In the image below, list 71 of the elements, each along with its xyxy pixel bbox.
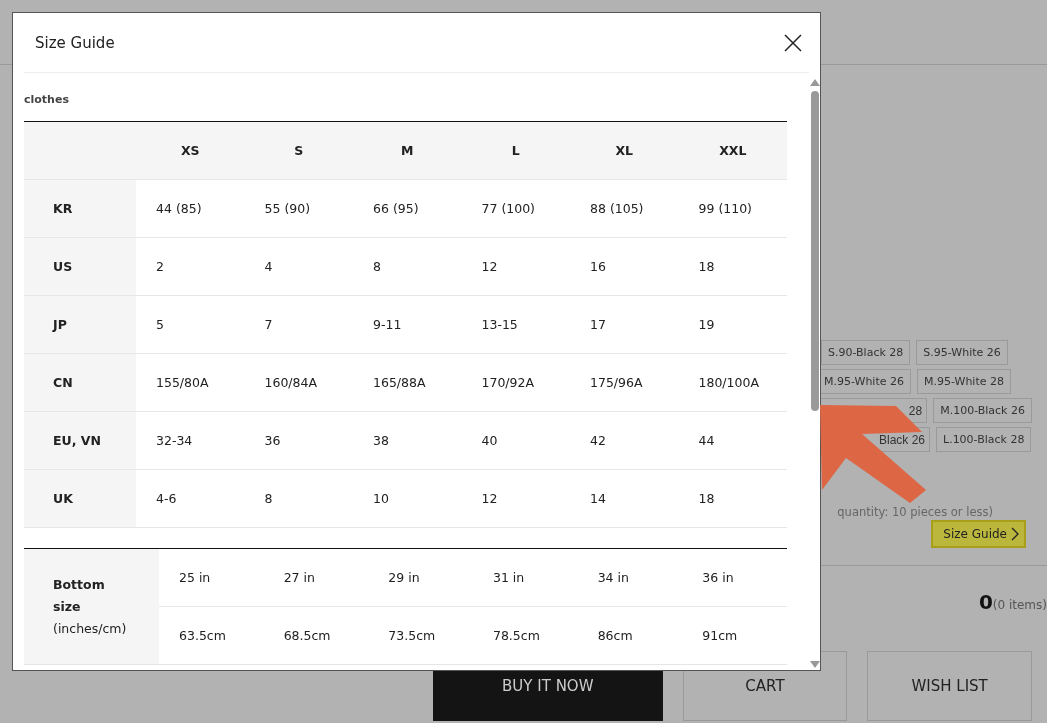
total-amount: 0: [978, 590, 993, 614]
row-header: US: [24, 237, 136, 296]
table-cell: 5: [136, 295, 245, 354]
row-header: UK: [24, 469, 136, 528]
table-cell: 12: [461, 237, 570, 296]
table-cell: 180/100A: [678, 353, 787, 412]
table-cell: 165/88A: [353, 353, 462, 412]
table-cell: 36 in: [682, 548, 787, 607]
column-header: XS: [136, 121, 245, 180]
row-header: KR: [24, 179, 136, 238]
table-cell: 88 (105): [570, 179, 679, 238]
table-cell: 32-34: [136, 411, 245, 470]
table-cell: 44 (85): [136, 179, 245, 238]
quantity-note: quantity: 10 pieces or less): [837, 506, 993, 519]
table-cell: 55 (90): [244, 179, 353, 238]
table-cell: 27 in: [263, 548, 369, 607]
table-cell: 25 in: [159, 548, 264, 607]
size-guide-button[interactable]: Size Guide: [931, 520, 1026, 548]
column-header: XXL: [678, 121, 787, 180]
dialog-title: Size Guide: [35, 33, 115, 52]
variant-chip[interactable]: S.95-White 26: [916, 340, 1008, 365]
row-header: JP: [24, 295, 136, 354]
table-cell: 19: [678, 295, 787, 354]
table-cell: 63.5cm: [159, 606, 264, 665]
table-cell: 8: [353, 237, 462, 296]
variant-chip[interactable]: S.90-Black 28: [821, 340, 911, 365]
table-cell: 10: [353, 469, 462, 528]
column-header: S: [244, 121, 353, 180]
action-button[interactable]: WISH LIST: [867, 651, 1032, 721]
column-header: M: [353, 121, 462, 180]
table-cell: 170/92A: [461, 353, 570, 412]
section-title: clothes: [24, 93, 70, 106]
table-cell: 16: [570, 237, 679, 296]
table-cell: 155/80A: [136, 353, 245, 412]
table-cell: 36: [244, 411, 353, 470]
table-cell: 77 (100): [461, 179, 570, 238]
table-cell: 7: [244, 295, 353, 354]
table-cell: 2: [136, 237, 245, 296]
table-cell: 18: [678, 237, 787, 296]
variant-chip[interactable]: M.100-Black 26: [933, 398, 1032, 423]
table-cell: 175/96A: [570, 353, 679, 412]
row-header: EU, VN: [24, 411, 136, 470]
table-cell: 13-15: [461, 295, 570, 354]
column-header: L: [461, 121, 570, 180]
table-cell: 44: [678, 411, 787, 470]
table-cell: 42: [570, 411, 679, 470]
table-cell: 17: [570, 295, 679, 354]
item-count: (0 items): [992, 598, 1047, 612]
table-cell: 4: [244, 237, 353, 296]
table-cell: 29 in: [368, 548, 473, 607]
table-cell: 99 (110): [678, 179, 787, 238]
row-header: CN: [24, 353, 136, 412]
column-header: XL: [570, 121, 679, 180]
table-cell: 68.5cm: [263, 606, 369, 665]
table-cell: 160/84A: [244, 353, 353, 412]
table-cell: 8: [244, 469, 353, 528]
table-cell: 12: [461, 469, 570, 528]
chevron-right-icon: [1011, 527, 1019, 541]
variant-chip[interactable]: M.95-White 28: [917, 369, 1011, 394]
variant-chip[interactable]: L.100-Black 28: [936, 427, 1032, 452]
table-cell: 38: [353, 411, 462, 470]
table-cell: 4-6: [136, 469, 245, 528]
table-cell: 14: [570, 469, 679, 528]
table-cell: 31 in: [472, 548, 578, 607]
table-cell: 66 (95): [353, 179, 462, 238]
row-header: Bottom size (inches/cm): [24, 548, 159, 665]
table-cell: 9-11: [353, 295, 462, 354]
close-button[interactable]: [784, 33, 802, 52]
table-cell: 34 in: [577, 548, 683, 607]
table-cell: 40: [461, 411, 570, 470]
table-cell: 18: [678, 469, 787, 528]
